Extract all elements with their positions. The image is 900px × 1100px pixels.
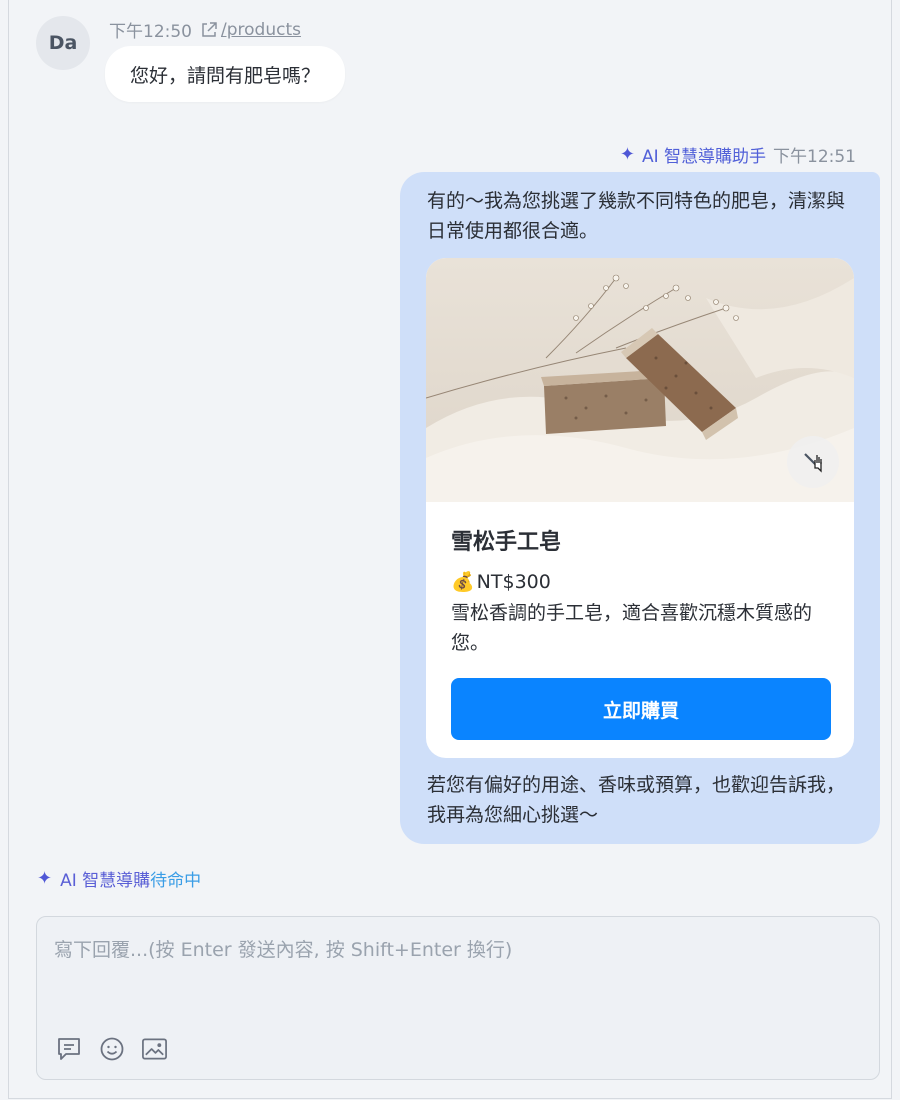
emoji-icon[interactable] xyxy=(98,1035,125,1062)
muted-speaker-icon xyxy=(804,453,822,473)
assistant-message-bubble: 有的～我為您挑選了幾款不同特色的肥皂，清潔與日常使用都很合適。 雪松手工皂 💰 … xyxy=(400,172,880,844)
page-link-text: /products xyxy=(221,19,301,40)
user-message-text: 您好，請問有肥皂嗎？ xyxy=(130,64,321,87)
soap-bars-photo xyxy=(426,258,854,502)
sparkle-icon: ✦ xyxy=(619,144,635,165)
assistant-message-time: 下午12:51 xyxy=(773,147,856,167)
page-link[interactable]: /products xyxy=(200,20,301,40)
buy-now-button[interactable]: 立即購買 xyxy=(451,678,831,740)
assistant-outro-text: 若您有偏好的用途、香味或預算，也歡迎告訴我，我再為您細心挑選～ xyxy=(427,774,846,826)
image-upload-icon[interactable] xyxy=(141,1035,168,1062)
assistant-message-meta: ✦ AI 智慧導購助手 下午12:51 xyxy=(620,142,856,167)
status-label: AI 智慧導購 xyxy=(60,871,151,891)
assistant-status: ✦ AI 智慧導購待命中 xyxy=(37,866,201,891)
money-bag-icon: 💰 xyxy=(451,571,475,593)
assistant-name: AI 智慧導購助手 xyxy=(641,147,766,167)
composer-toolbar xyxy=(55,1035,168,1062)
external-link-icon xyxy=(202,21,217,37)
assistant-intro-text: 有的～我為您挑選了幾款不同特色的肥皂，清潔與日常使用都很合適。 xyxy=(427,190,846,242)
avatar-initials: Da xyxy=(48,32,78,54)
status-state: 待命中 xyxy=(150,871,202,891)
reply-composer[interactable]: 寫下回覆...(按 Enter 發送內容, 按 Shift+Enter 換行) xyxy=(36,916,880,1080)
user-message-meta: 下午12:50 /products xyxy=(109,17,301,43)
avatar: Da xyxy=(36,16,90,70)
chat-window: Da 下午12:50 /products 您好，請問有肥皂嗎？ ✦ AI 智慧導… xyxy=(8,0,892,1099)
product-price-value: NT$300 xyxy=(476,570,551,593)
quick-reply-icon[interactable] xyxy=(55,1035,82,1062)
mute-button[interactable] xyxy=(787,436,839,488)
user-message-bubble: 您好，請問有肥皂嗎？ xyxy=(105,46,346,102)
user-message-time: 下午12:50 xyxy=(109,22,192,42)
product-title: 雪松手工皂 xyxy=(451,530,562,555)
product-price: 💰 NT$300 xyxy=(451,570,551,594)
sparkle-icon: ✦ xyxy=(37,868,53,889)
product-card: 雪松手工皂 💰 NT$300 雪松香調的手工皂，適合喜歡沉穩木質感的您。 立即購… xyxy=(426,258,854,758)
product-description: 雪松香調的手工皂，適合喜歡沉穩木質感的您。 xyxy=(451,602,813,654)
reply-input[interactable]: 寫下回覆...(按 Enter 發送內容, 按 Shift+Enter 換行) xyxy=(54,935,512,962)
